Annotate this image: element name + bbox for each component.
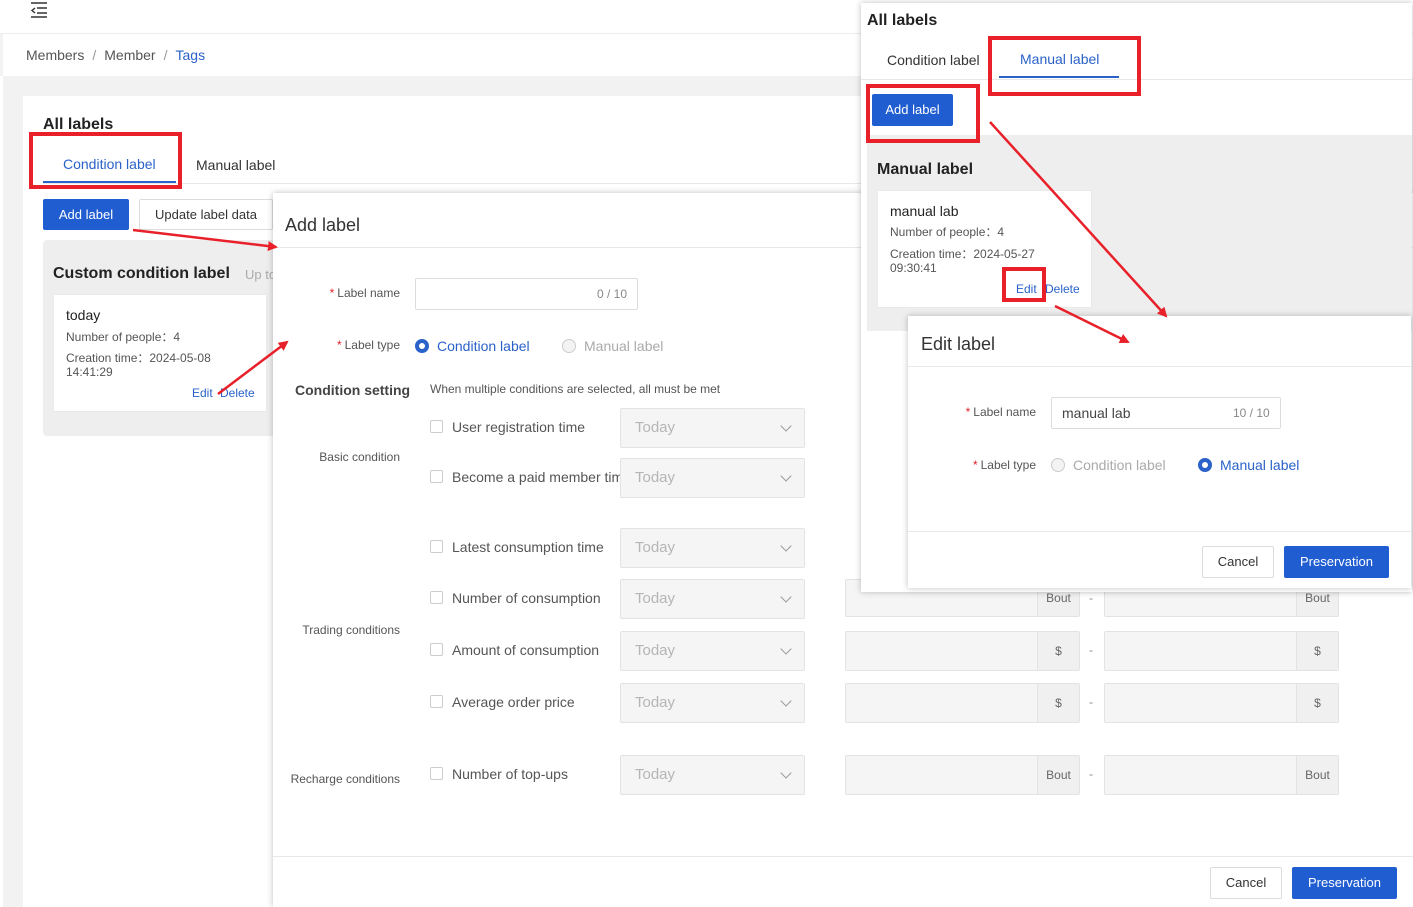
edit-modal-footer-divider	[908, 531, 1411, 532]
edit-radio-manual-label-text[interactable]: Manual label	[1220, 457, 1299, 473]
edit-radio-manual-label[interactable]	[1198, 458, 1212, 472]
edit-modal-title: Edit label	[921, 334, 996, 354]
chevron-down-icon	[780, 591, 792, 603]
label-card-edit-link[interactable]: Edit	[192, 386, 213, 400]
page-title: All labels	[43, 116, 114, 133]
chevron-down-icon	[780, 470, 792, 482]
select-average-order-price[interactable]: Today	[620, 683, 805, 723]
right-tab-underline	[999, 76, 1119, 78]
select-latest-consumption-time[interactable]: Today	[620, 528, 805, 568]
right-add-label-button[interactable]: Add label	[872, 94, 953, 126]
update-label-data-button[interactable]: Update label data	[139, 199, 273, 230]
edit-label-type-label: * Label type	[972, 458, 1036, 472]
label-name-label: * Label name	[329, 286, 400, 300]
label-type-label: * Label type	[336, 338, 400, 352]
edit-modal-save-button[interactable]: Preservation	[1284, 546, 1389, 578]
condition-latest-consumption-time: Latest consumption time	[452, 539, 604, 555]
min-average-order-price[interactable]: $	[845, 683, 1080, 723]
condition-setting-title: Condition setting	[295, 382, 411, 398]
max-amount-of-consumption[interactable]: $	[1104, 631, 1339, 671]
checkbox-number-of-top-ups[interactable]	[430, 767, 443, 780]
range-dash: -	[1089, 643, 1093, 657]
chevron-down-icon	[780, 540, 792, 552]
min-amount-of-consumption[interactable]: $	[845, 631, 1080, 671]
range-dash: -	[1089, 695, 1093, 709]
panel-subtitle: Up to	[245, 267, 273, 282]
select-number-of-consumption[interactable]: Today	[620, 579, 805, 619]
label-card-people: Number of people：4	[66, 330, 181, 344]
label-card-created: Creation time：2024-05-08 14:41:29	[66, 351, 211, 379]
tab-condition-label[interactable]: Condition label	[63, 156, 156, 172]
add-modal-footer-divider	[273, 856, 1413, 857]
radio-condition-label[interactable]	[415, 339, 429, 353]
condition-average-order-price: Average order price	[452, 694, 575, 710]
right-label-card-delete-link[interactable]: Delete	[1045, 282, 1080, 296]
condition-number-of-consumption: Number of consumption	[452, 590, 601, 606]
max-number-of-top-ups[interactable]: Bout	[1104, 755, 1339, 795]
edit-label-name-label: * Label name	[965, 405, 1036, 419]
chevron-down-icon	[780, 767, 792, 779]
condition-hint: When multiple conditions are selected, a…	[430, 382, 721, 396]
select-paid-member-time[interactable]: Today	[620, 458, 805, 498]
max-average-order-price[interactable]: $	[1104, 683, 1339, 723]
breadcrumb-members[interactable]: Members	[26, 47, 84, 63]
trading-conditions-label: Trading conditions	[302, 623, 400, 637]
chevron-down-icon	[780, 420, 792, 432]
select-user-registration-time[interactable]: Today	[620, 408, 805, 448]
edit-modal-header-divider	[908, 366, 1411, 367]
condition-number-of-top-ups: Number of top-ups	[452, 766, 568, 782]
tabs-divider	[43, 183, 883, 184]
select-amount-of-consumption[interactable]: Today	[620, 631, 805, 671]
left-strip	[0, 76, 3, 907]
checkbox-amount-of-consumption[interactable]	[430, 643, 443, 656]
edit-modal-cancel-button[interactable]: Cancel	[1202, 546, 1274, 578]
edit-radio-condition-label[interactable]	[1051, 458, 1065, 472]
checkbox-user-registration-time[interactable]	[430, 420, 443, 433]
condition-paid-member-time: Become a paid member time	[452, 469, 620, 485]
min-number-of-top-ups[interactable]: Bout	[845, 755, 1080, 795]
right-tab-condition-label[interactable]: Condition label	[887, 52, 980, 68]
range-dash: -	[1089, 591, 1093, 605]
right-label-card-edit-link[interactable]: Edit	[1016, 282, 1037, 296]
panel-title: Custom condition label	[53, 265, 230, 282]
radio-manual-label[interactable]	[562, 339, 576, 353]
right-label-card-created: Creation time：2024-05-27 09:30:41	[890, 247, 1035, 275]
radio-condition-label-text[interactable]: Condition label	[437, 338, 530, 354]
add-modal-cancel-button[interactable]: Cancel	[1210, 867, 1282, 899]
edit-label-name-counter: 10 / 10	[1233, 406, 1270, 420]
condition-amount-of-consumption: Amount of consumption	[452, 642, 600, 658]
breadcrumb-member[interactable]: Member	[104, 47, 155, 63]
recharge-conditions-label: Recharge conditions	[290, 772, 400, 786]
checkbox-average-order-price[interactable]	[430, 695, 443, 708]
add-modal-save-button[interactable]: Preservation	[1292, 867, 1397, 899]
right-section-title: Manual label	[877, 161, 974, 178]
edit-radio-condition-label-text[interactable]: Condition label	[1073, 457, 1166, 473]
label-card-delete-link[interactable]: Delete	[220, 386, 255, 400]
chevron-down-icon	[780, 643, 792, 655]
breadcrumb-current: Tags	[175, 47, 206, 63]
basic-condition-label: Basic condition	[319, 450, 400, 464]
menu-collapse-icon[interactable]	[29, 0, 49, 18]
right-tab-manual-label[interactable]: Manual label	[1020, 51, 1099, 67]
radio-manual-label-text[interactable]: Manual label	[584, 338, 663, 354]
select-number-of-top-ups[interactable]: Today	[620, 755, 805, 795]
range-dash: -	[1089, 767, 1093, 781]
add-label-button[interactable]: Add label	[43, 199, 129, 230]
right-label-card-name: manual lab	[890, 203, 959, 219]
checkbox-paid-member-time[interactable]	[430, 470, 443, 483]
condition-user-registration-time: User registration time	[452, 419, 586, 435]
right-label-card-people: Number of people：4	[890, 225, 1005, 239]
checkbox-number-of-consumption[interactable]	[430, 591, 443, 604]
label-name-counter: 0 / 10	[597, 287, 628, 301]
tab-manual-label[interactable]: Manual label	[196, 157, 275, 173]
chevron-down-icon	[780, 695, 792, 707]
add-modal-title: Add label	[285, 215, 361, 235]
right-tabs-divider	[861, 79, 1412, 80]
checkbox-latest-consumption-time[interactable]	[430, 540, 443, 553]
right-panel-title: All labels	[867, 12, 938, 29]
label-card-name: today	[66, 307, 101, 323]
